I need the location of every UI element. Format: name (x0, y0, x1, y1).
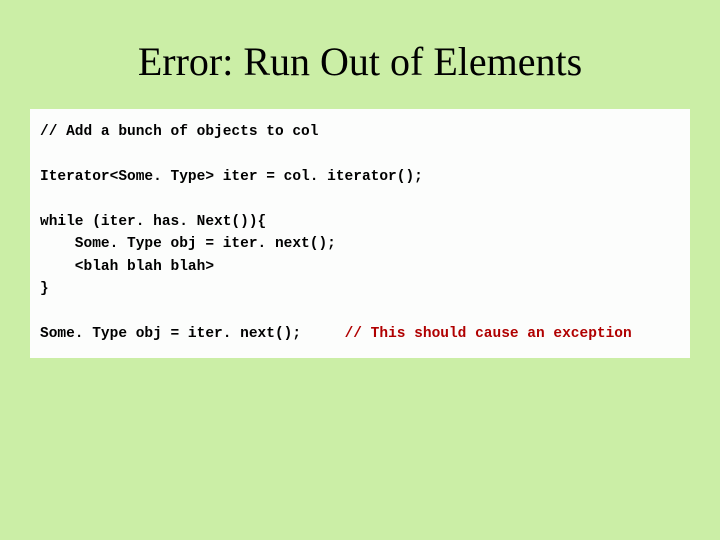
code-box: // Add a bunch of objects to col Iterato… (30, 109, 690, 358)
code-line-4: Some. Type obj = iter. next(); (40, 236, 336, 252)
code-line-5: <blah blah blah> (40, 259, 214, 275)
code-line-7b-exception-comment: // This should cause an exception (345, 326, 632, 342)
code-line-3: while (iter. has. Next()){ (40, 214, 266, 230)
code-line-2: Iterator<Some. Type> iter = col. iterato… (40, 169, 423, 185)
code-block: // Add a bunch of objects to col Iterato… (40, 121, 680, 346)
slide: Error: Run Out of Elements // Add a bunc… (0, 38, 720, 540)
slide-title: Error: Run Out of Elements (0, 38, 720, 85)
code-line-1: // Add a bunch of objects to col (40, 124, 318, 140)
code-line-6: } (40, 281, 49, 297)
code-line-7a: Some. Type obj = iter. next(); (40, 326, 345, 342)
